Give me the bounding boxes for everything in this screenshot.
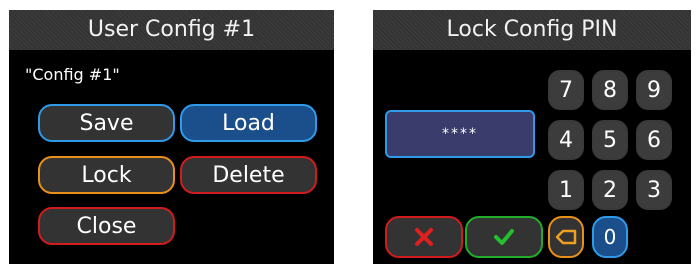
keypad-key-5[interactable]: 5 bbox=[592, 120, 628, 160]
delete-button[interactable]: Delete bbox=[180, 156, 317, 194]
save-button[interactable]: Save bbox=[38, 104, 175, 142]
config-name-label: "Config #1" bbox=[25, 65, 120, 84]
keypad-key-0[interactable]: 0 bbox=[592, 216, 628, 258]
user-config-screen: User Config #1 "Config #1" Save Load Loc… bbox=[9, 10, 334, 264]
user-config-title: User Config #1 bbox=[9, 10, 334, 50]
lock-button[interactable]: Lock bbox=[38, 156, 175, 194]
close-x-icon bbox=[414, 227, 434, 247]
keypad-key-6[interactable]: 6 bbox=[636, 120, 672, 160]
keypad-key-1[interactable]: 1 bbox=[548, 170, 584, 210]
backspace-button[interactable] bbox=[548, 216, 584, 258]
keypad-key-9[interactable]: 9 bbox=[636, 70, 672, 110]
checkmark-icon bbox=[493, 228, 515, 246]
pin-input-field[interactable]: **** bbox=[385, 110, 535, 158]
backspace-icon bbox=[555, 229, 577, 245]
lock-pin-title: Lock Config PIN bbox=[373, 10, 691, 50]
cancel-button[interactable] bbox=[385, 216, 463, 258]
keypad-key-7[interactable]: 7 bbox=[548, 70, 584, 110]
confirm-button[interactable] bbox=[465, 216, 543, 258]
keypad-key-3[interactable]: 3 bbox=[636, 170, 672, 210]
keypad-key-2[interactable]: 2 bbox=[592, 170, 628, 210]
load-button[interactable]: Load bbox=[180, 104, 317, 142]
close-button[interactable]: Close bbox=[38, 207, 175, 245]
keypad-key-4[interactable]: 4 bbox=[548, 120, 584, 160]
keypad-key-8[interactable]: 8 bbox=[592, 70, 628, 110]
lock-pin-screen: Lock Config PIN **** 7 8 9 4 5 6 1 2 3 0 bbox=[373, 10, 691, 264]
